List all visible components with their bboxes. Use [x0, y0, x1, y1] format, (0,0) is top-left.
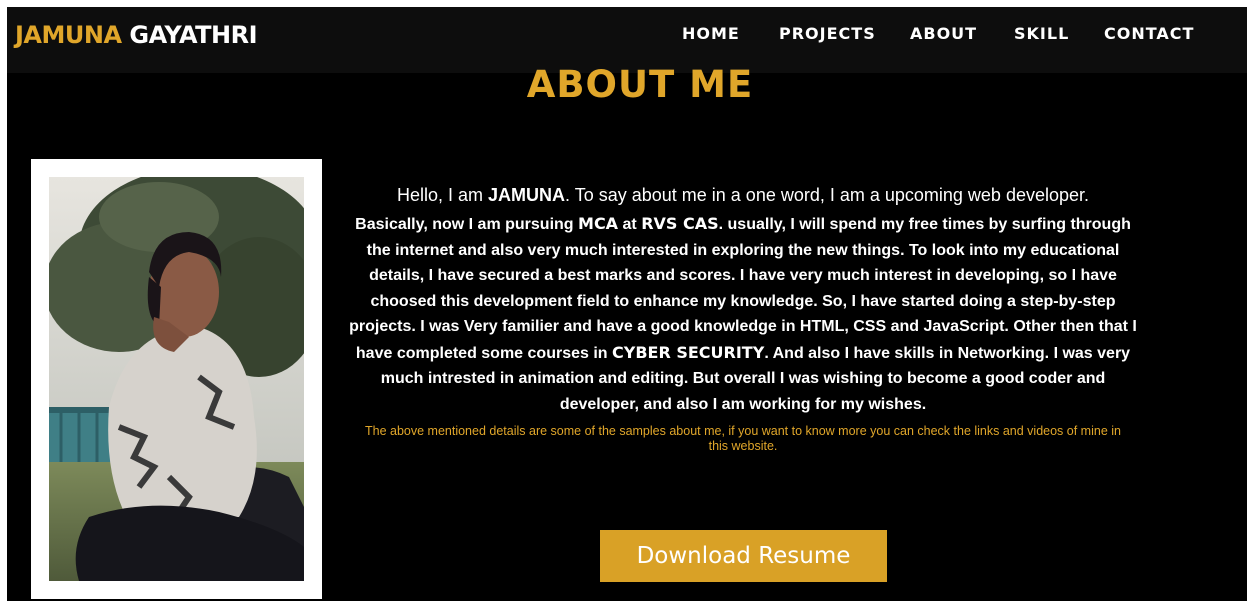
profile-photo-illustration: [49, 177, 304, 581]
nav-home[interactable]: HOME: [682, 24, 740, 43]
desc-cyber-security: CYBER SECURITY: [612, 342, 765, 362]
desc-part-1: Basically, now I am pursuing: [355, 216, 579, 233]
intro-prefix: Hello, I am: [396, 185, 489, 205]
nav-skill[interactable]: SKILL: [1014, 24, 1069, 43]
brand-logo[interactable]: JAMUNA GAYATHRI: [15, 21, 258, 49]
desc-college: RVS CAS: [641, 214, 719, 233]
profile-photo-frame: [31, 159, 322, 599]
intro-suffix: . To say about me in a one word, I am a …: [565, 185, 1090, 205]
page: JAMUNA GAYATHRI HOME PROJECTS ABOUT SKIL…: [7, 7, 1247, 601]
desc-part-3: . usually, I will spend my free times by…: [349, 216, 1137, 362]
desc-part-2: at: [618, 216, 642, 233]
nav-projects[interactable]: PROJECTS: [779, 24, 876, 43]
brand-last-name: GAYATHRI: [129, 21, 258, 49]
profile-photo: [49, 177, 304, 581]
about-text: Hello, I am JAMUNA. To say about me in a…: [343, 185, 1143, 454]
nav-about[interactable]: ABOUT: [910, 24, 977, 43]
download-resume-button[interactable]: Download Resume: [600, 530, 887, 582]
about-intro: Hello, I am JAMUNA. To say about me in a…: [393, 185, 1093, 206]
about-note: The above mentioned details are some of …: [365, 424, 1121, 453]
desc-mca: MCA: [578, 214, 619, 233]
about-description: Basically, now I am pursuing MCA at RVS …: [343, 211, 1143, 417]
about-title: ABOUT ME: [526, 63, 754, 106]
brand-first-name: JAMUNA: [15, 21, 122, 49]
intro-name: JAMUNA: [488, 185, 566, 205]
nav-contact[interactable]: CONTACT: [1104, 24, 1194, 43]
